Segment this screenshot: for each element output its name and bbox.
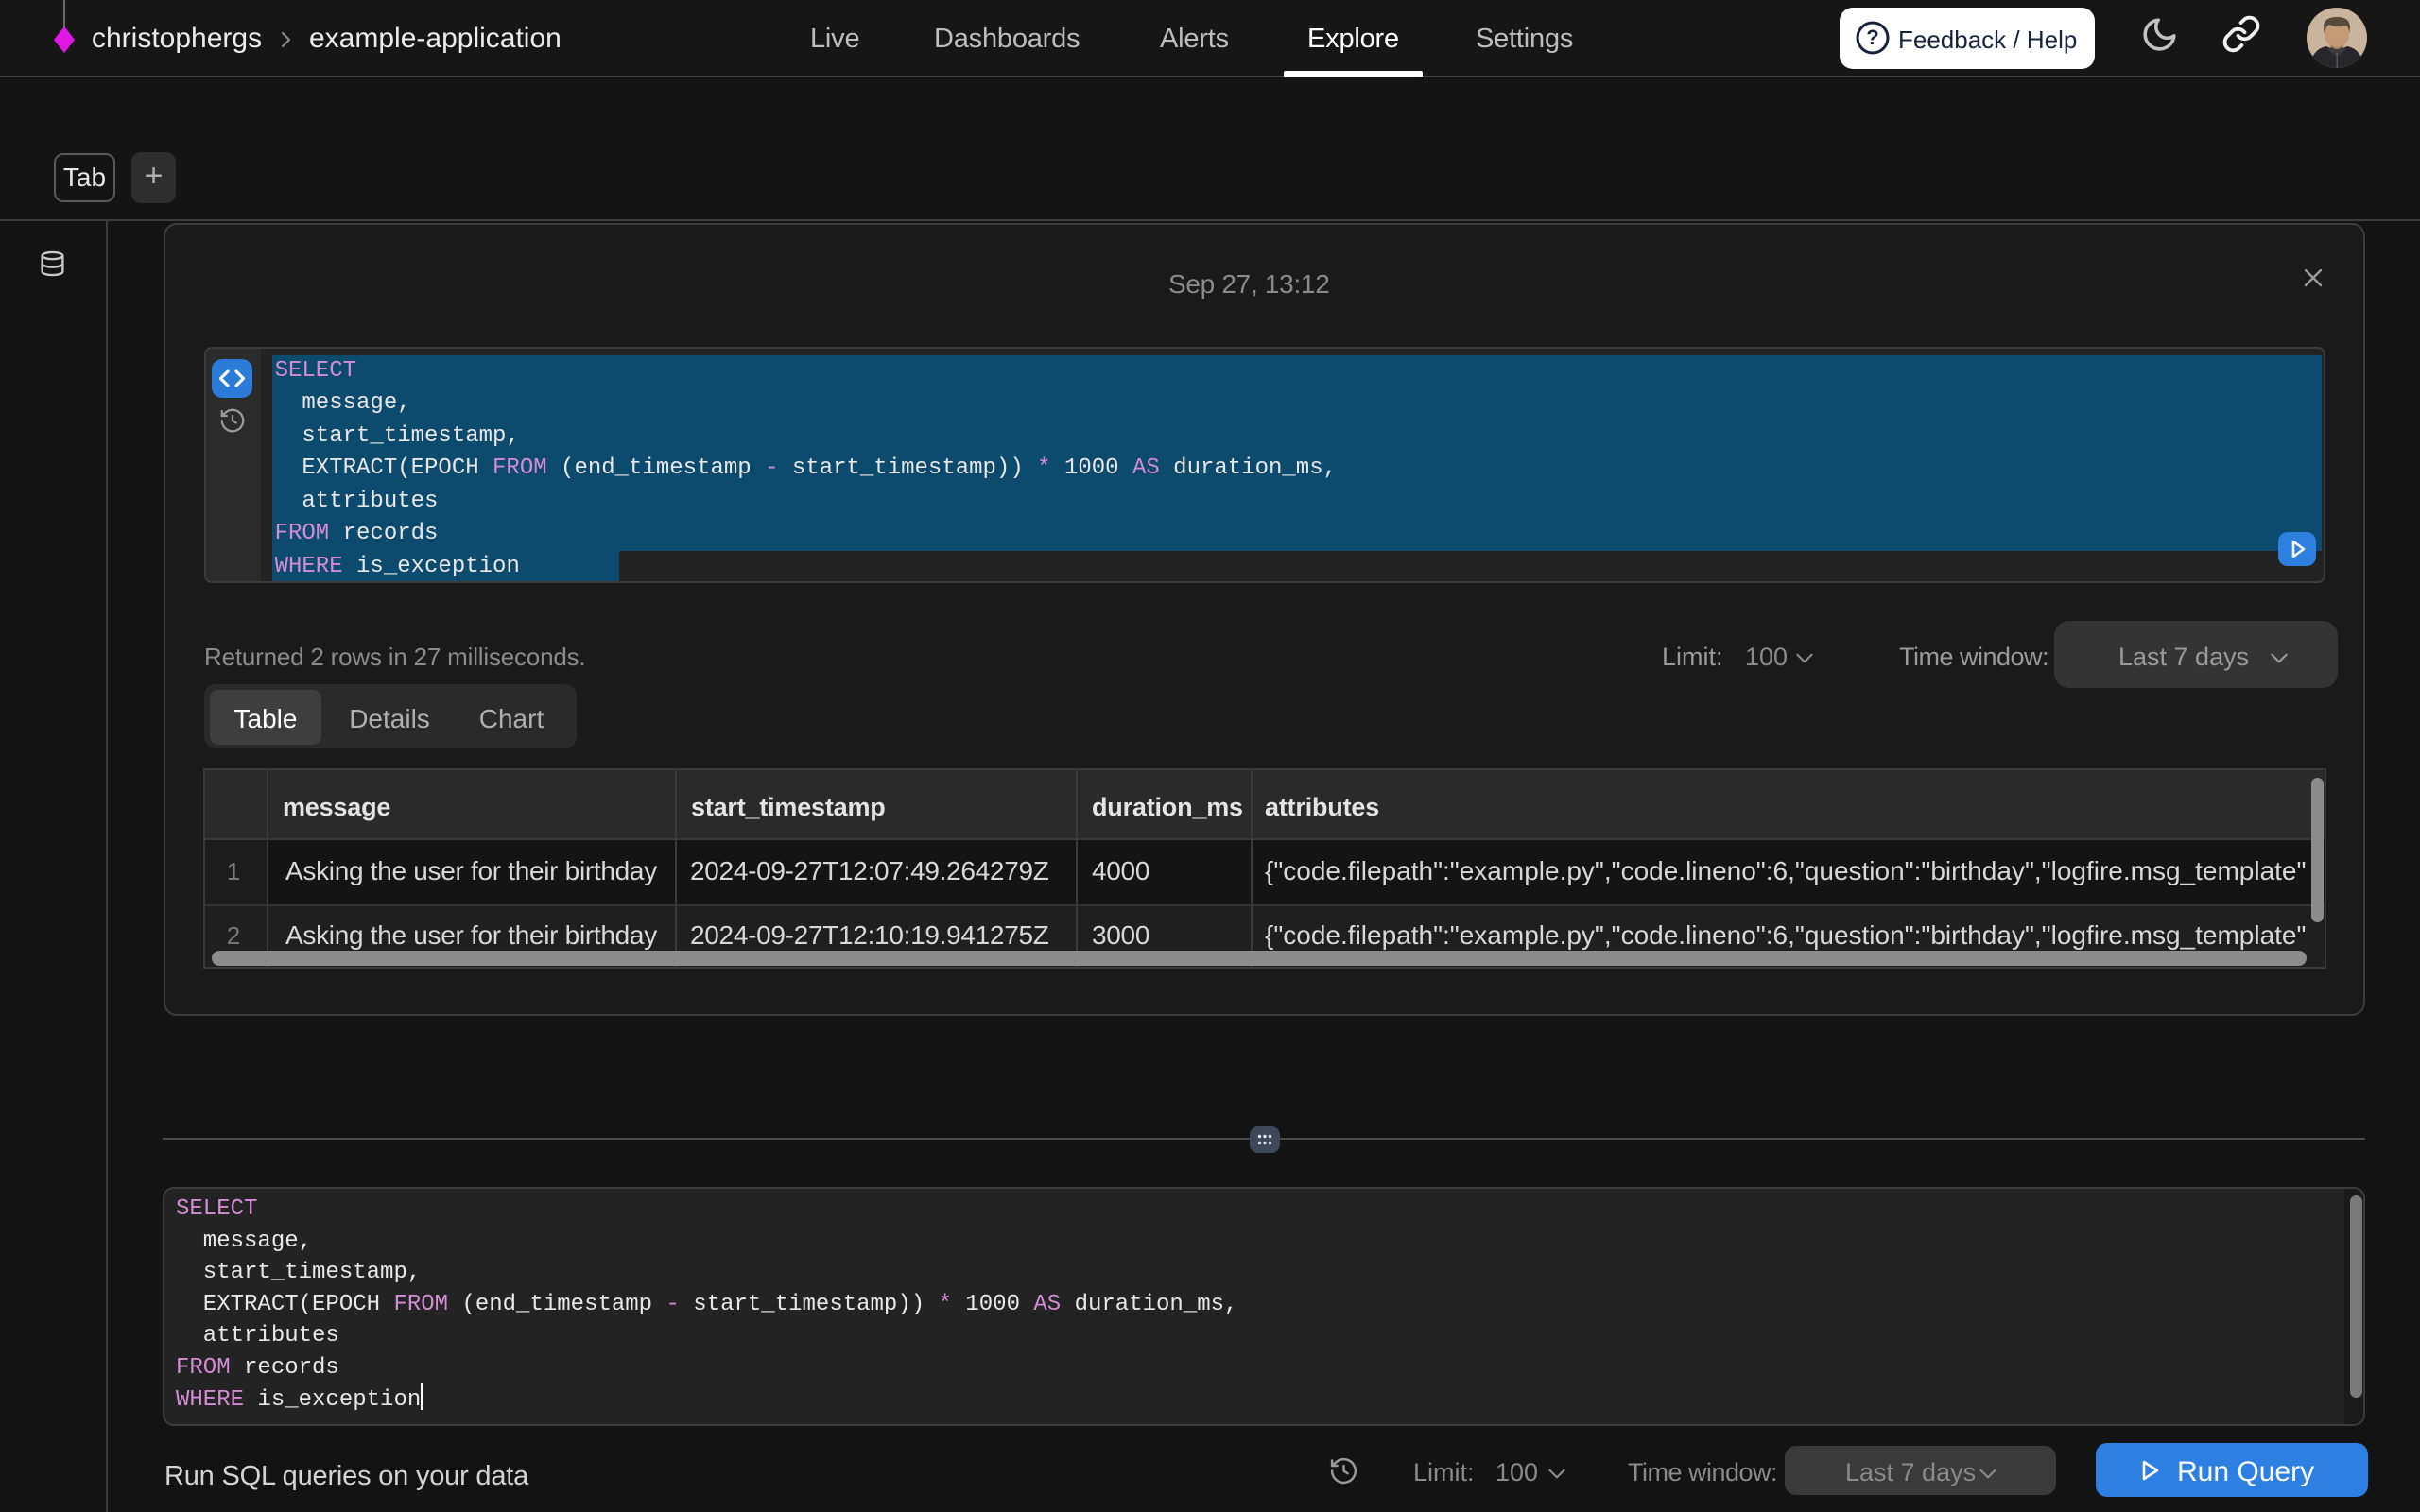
svg-text:?: ?	[1866, 26, 1878, 49]
